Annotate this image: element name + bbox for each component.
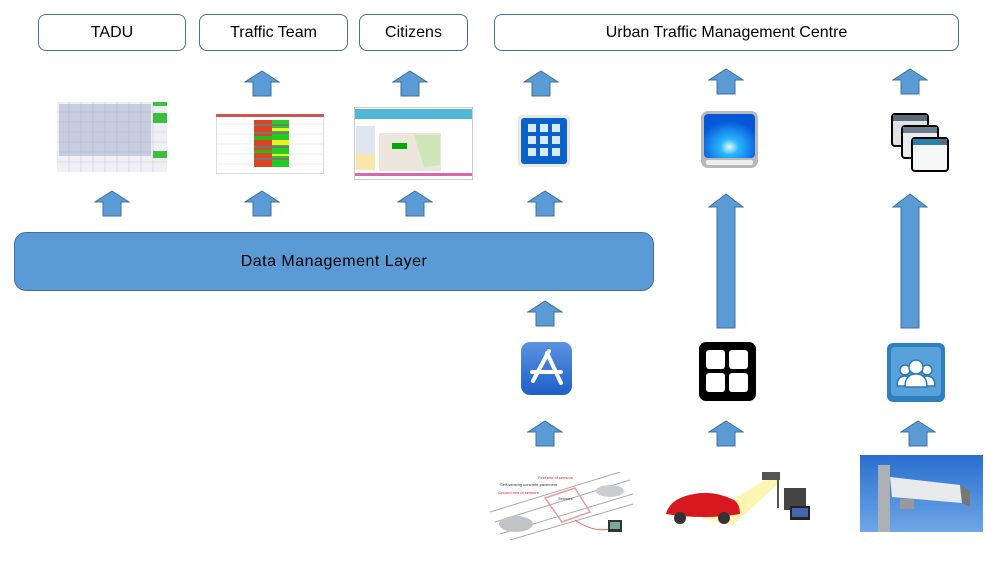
- road-sensor-diagram: First row of sensors Self-sensing concre…: [490, 472, 633, 540]
- consumer-traffic-team: Traffic Team: [199, 14, 348, 51]
- up-arrow-icon: [523, 70, 559, 97]
- up-arrow-icon: [397, 190, 433, 217]
- consumer-tadu: TADU: [38, 14, 186, 51]
- up-arrow-icon: [527, 420, 563, 447]
- user-group-icon: [887, 343, 945, 402]
- up-arrow-icon: [392, 70, 428, 97]
- consumer-citizens: Citizens: [359, 14, 468, 51]
- up-arrow-icon: [708, 420, 744, 447]
- blue-grid-app-icon: [518, 115, 570, 167]
- traffic-status-table-icon: [216, 114, 324, 174]
- up-arrow-icon: [900, 420, 936, 447]
- up-arrow-icon: [244, 190, 280, 217]
- consumer-utmc: Urban Traffic Management Centre: [494, 14, 959, 51]
- app-store-icon: [521, 342, 572, 395]
- up-arrow-icon: [244, 70, 280, 97]
- spreadsheet-screenshot-icon: [57, 102, 167, 172]
- long-up-arrow-icon: [892, 193, 928, 329]
- sensor-label: Second row of sensors: [498, 490, 539, 495]
- architecture-diagram: TADU Traffic Team Citizens Urban Traffic…: [0, 0, 998, 562]
- data-management-layer: Data Management Layer: [14, 232, 654, 291]
- long-up-arrow-icon: [708, 193, 744, 329]
- cctv-camera-photo: [860, 455, 983, 532]
- up-arrow-icon: [708, 68, 744, 95]
- web-map-portal-icon: [354, 107, 473, 180]
- up-arrow-icon: [527, 300, 563, 327]
- stacked-windows-icon: [891, 113, 949, 172]
- up-arrow-icon: [892, 68, 928, 95]
- sensor-label: Sensors: [558, 496, 573, 501]
- sensor-label: First row of sensors: [538, 475, 573, 480]
- up-arrow-icon: [94, 190, 130, 217]
- up-arrow-icon: [527, 190, 563, 217]
- sensor-label: Self-sensing concrete pavement: [500, 482, 558, 487]
- black-grid-icon: [699, 342, 756, 401]
- car-speed-camera: [666, 472, 810, 526]
- blue-monitor-icon: [701, 111, 758, 168]
